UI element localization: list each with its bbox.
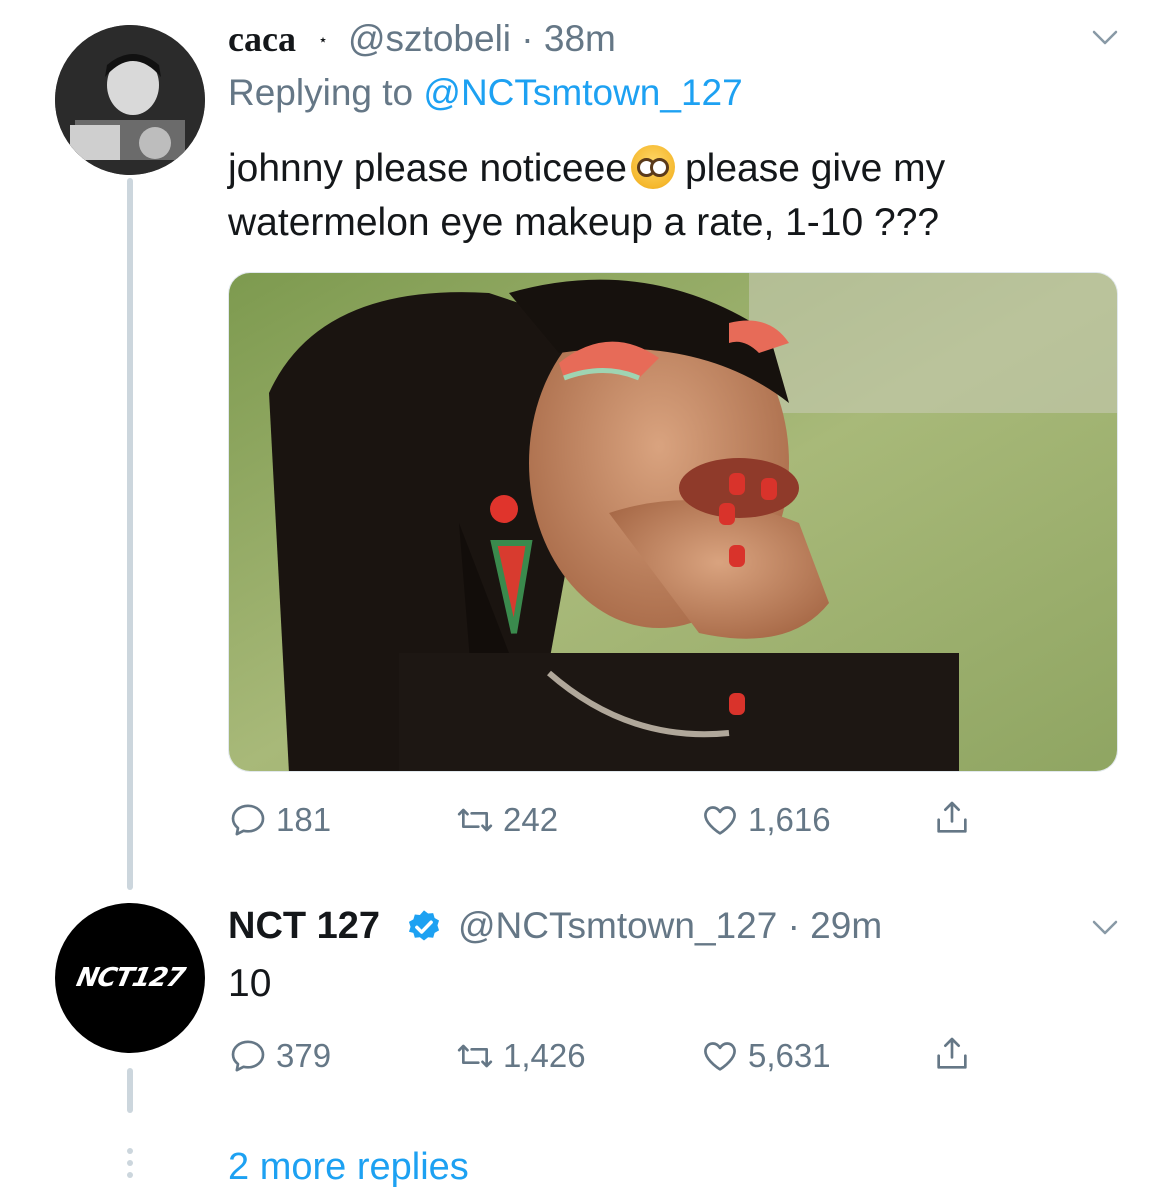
display-name[interactable]: caca: [228, 18, 296, 60]
thread-line: [127, 178, 133, 890]
replying-label: Replying to: [228, 72, 414, 113]
replying-to: Replying to @NCTsmtown_127: [228, 72, 743, 114]
like-button[interactable]: 1,616: [700, 800, 831, 840]
mention-link[interactable]: @NCTsmtown_127: [423, 72, 742, 113]
share-icon: [937, 801, 967, 833]
like-count: 1,616: [748, 801, 831, 838]
thread-line: [127, 1068, 133, 1113]
retweet-button[interactable]: 242: [455, 800, 558, 840]
reply-icon: [231, 1040, 265, 1072]
verified-badge-icon: [408, 910, 440, 941]
like-count: 5,631: [748, 1037, 831, 1074]
reply-button[interactable]: 379: [228, 1036, 331, 1076]
pleading-face-icon: [630, 145, 675, 189]
retweet-count: 242: [503, 801, 559, 838]
name-symbol: ⋆: [318, 32, 329, 49]
more-dots-icon: [120, 1148, 140, 1184]
heart-icon: [704, 806, 736, 835]
reply-count: 379: [276, 1037, 332, 1074]
retweet-button[interactable]: 1,426: [455, 1036, 586, 1076]
share-icon: [937, 1037, 967, 1069]
chevron-down-icon[interactable]: [1090, 22, 1120, 52]
reply-icon: [231, 804, 265, 836]
photo-image: [229, 273, 1117, 771]
avatar-nct127[interactable]: NCT127: [55, 903, 205, 1053]
share-button[interactable]: [932, 1034, 972, 1074]
nct127-logo: NCT127: [73, 963, 187, 993]
retweet-icon: [457, 808, 493, 832]
display-name[interactable]: NCT 127: [228, 905, 380, 948]
retweet-icon: [457, 1044, 493, 1068]
tweet-text: johnny please noticeee please give my wat…: [228, 142, 1108, 250]
tweet-text: 10: [228, 962, 272, 1005]
handle-timestamp[interactable]: @NCTsmtown_127 · 29m: [458, 905, 882, 947]
avatar-photo-icon: [55, 25, 205, 175]
reply-count: 181: [276, 801, 332, 838]
tweet-photo[interactable]: [228, 272, 1118, 772]
chevron-down-icon[interactable]: [1090, 912, 1120, 942]
tweet-text-part1: johnny please noticeee: [228, 147, 627, 190]
avatar-caca[interactable]: [55, 25, 205, 175]
reply-button[interactable]: 181: [228, 800, 331, 840]
handle-timestamp[interactable]: @sztobeli · 38m: [348, 18, 616, 60]
retweet-count: 1,426: [503, 1037, 586, 1074]
like-button[interactable]: 5,631: [700, 1036, 831, 1076]
share-button[interactable]: [932, 798, 972, 838]
heart-icon: [704, 1042, 736, 1071]
more-replies-link[interactable]: 2 more replies: [228, 1146, 469, 1189]
